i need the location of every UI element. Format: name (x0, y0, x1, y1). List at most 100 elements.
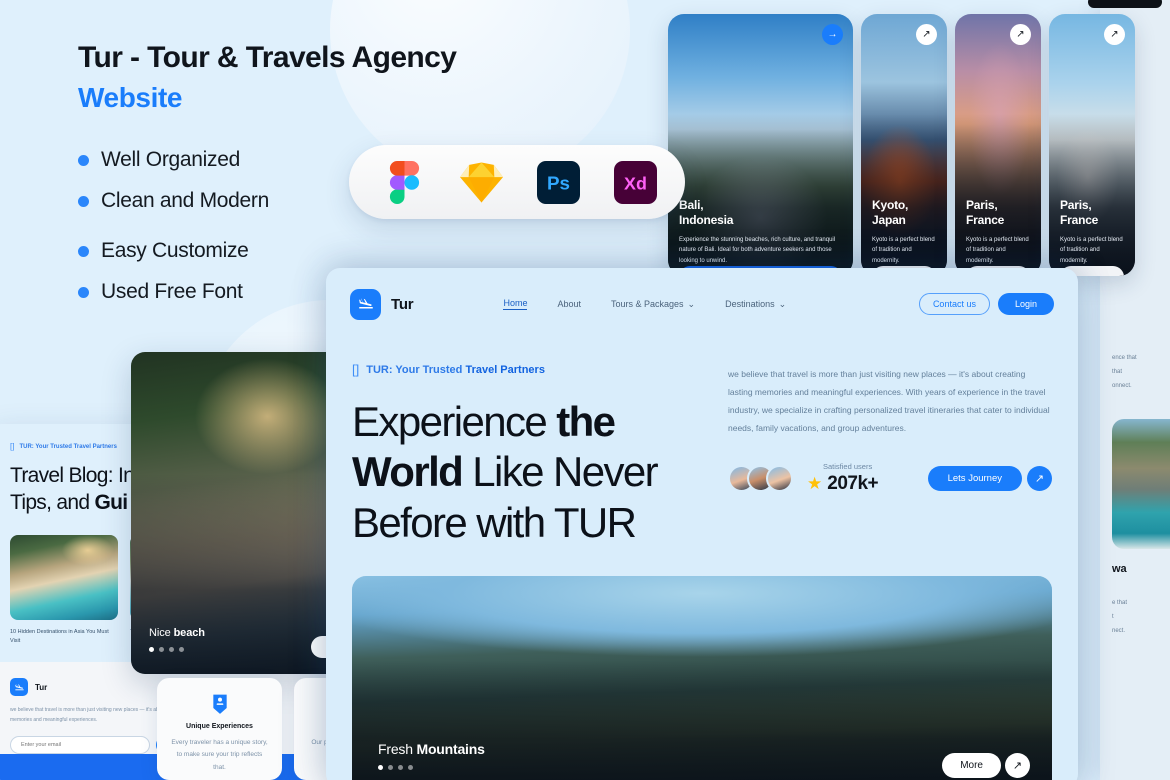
beach-title: Nice beach (149, 627, 205, 639)
carousel-dot[interactable] (378, 765, 383, 771)
svg-text:Xd: Xd (624, 173, 647, 193)
panel-footer-lines: e that t nect. (1100, 597, 1170, 638)
photoshop-logo-icon: Ps (537, 160, 580, 204)
destination-card-strip: → Bali, Indonesia Experience the stunnin… (668, 14, 1135, 276)
nav-item-home[interactable]: Home (503, 298, 528, 310)
promo-title: Tur - Tour & Travels Agency (78, 41, 457, 74)
feature-label: Used Free Font (101, 280, 243, 303)
feature-item: Easy Customize (78, 239, 598, 263)
destination-card-body: Bali, Indonesia Experience the stunning … (679, 198, 843, 266)
blog-caption: 10 Hidden Destinations in Asia You Must … (10, 628, 109, 645)
destination-card[interactable]: ↗ Paris, France Kyoto is a perfect blend… (1049, 14, 1135, 276)
arrow-icon[interactable]: ↗ (1005, 753, 1030, 779)
presentation-stage: Tur - Tour & Travels Agency Website Well… (0, 0, 1170, 780)
nav-item-destinations[interactable]: Destinations ⌄ (725, 299, 786, 310)
blog-thumbnail (10, 534, 118, 620)
footer-brand-name: Tur (35, 682, 48, 692)
blog-eyebrow-text: TUR: Your Trusted Travel Partners (19, 443, 117, 450)
hero-photo-card[interactable]: Fresh Mountains More ↗ (352, 576, 1052, 780)
hero-section: [] TUR: Your Trusted Travel Partners Exp… (326, 340, 1078, 548)
carousel-dot[interactable] (408, 765, 413, 771)
destination-description: Experience the stunning beaches, rich cu… (679, 236, 836, 264)
contact-us-button[interactable]: Contact us (918, 293, 990, 315)
destination-card[interactable]: ↗ Paris, France Kyoto is a perfect blend… (955, 14, 1041, 276)
hero-eyebrow: [] TUR: Your Trusted Travel Partners (352, 362, 702, 377)
carousel-dot[interactable] (179, 647, 184, 652)
destination-card-body: Paris, France Kyoto is a perfect blend o… (1060, 198, 1125, 266)
adobe-xd-logo-icon: Xd (614, 160, 657, 204)
carousel-dot[interactable] (169, 647, 174, 652)
site-brand[interactable]: Tur (350, 288, 414, 320)
lets-journey-button[interactable]: Lets Journey (927, 466, 1022, 492)
site-navbar: Tur Home About Tours & Packages ⌄ Destin… (326, 268, 1078, 340)
star-icon: ★ (807, 473, 823, 493)
bullet-dot-icon (78, 286, 89, 298)
arrow-icon[interactable]: ↗ (1104, 24, 1125, 45)
site-brand-name: Tur (391, 295, 414, 313)
nav-links: Home About Tours & Packages ⌄ Destinatio… (503, 298, 786, 310)
chevron-down-icon: ⌄ (778, 298, 787, 309)
bullet-dot-icon (78, 154, 89, 166)
feature-card-title: Unique Experiences (186, 723, 253, 730)
arrow-icon[interactable]: ↗ (916, 24, 937, 45)
arrow-icon[interactable]: ↗ (1027, 466, 1052, 492)
destination-title: Bali, Indonesia (679, 198, 734, 227)
panel-text-line: nect. (1112, 627, 1126, 634)
hero-eyebrow-text: TUR: Your Trusted Travel Partners (366, 363, 545, 376)
carousel-dot[interactable] (388, 765, 393, 771)
destination-description: Kyoto is a perfect blend of tradition an… (1060, 236, 1123, 264)
top-right-device-notch (1088, 0, 1162, 8)
hero-right-column: we believe that travel is more than just… (728, 362, 1052, 548)
nav-actions: Contact us Login (918, 293, 1054, 315)
social-proof-row: Satisfied users ★ 207k+ Lets Journey ↗ (728, 463, 1052, 494)
stat-number: 207k+ (827, 472, 879, 494)
avatar-group (728, 465, 793, 493)
more-button[interactable]: More (942, 753, 1001, 779)
svg-text:Ps: Ps (547, 172, 570, 193)
bullet-dot-icon (78, 245, 89, 257)
stat-value-row: ★ 207k+ (807, 472, 879, 495)
blog-card[interactable]: 10 Hidden Destinations in Asia You Must … (10, 534, 118, 647)
carousel-dot[interactable] (398, 765, 403, 771)
login-button[interactable]: Login (997, 293, 1054, 315)
nav-item-tours-packages[interactable]: Tours & Packages ⌄ (611, 299, 695, 310)
hero-paragraph: we believe that travel is more than just… (728, 369, 1050, 433)
avatar (766, 465, 793, 493)
panel-title: wa (1112, 563, 1127, 576)
sketch-logo-icon (460, 162, 503, 202)
quote-icon: [] (352, 362, 360, 377)
carousel-dots[interactable] (378, 765, 485, 771)
panel-text-line: ence that (1112, 355, 1137, 361)
hero-photo-caption: Fresh Mountains (378, 741, 485, 771)
lets-journey-group: Lets Journey ↗ (927, 466, 1052, 492)
hero-photo-title: Fresh Mountains (378, 741, 485, 758)
bullet-dot-icon (78, 195, 89, 207)
arrow-icon[interactable]: ↗ (1010, 24, 1031, 45)
destination-card-body: Kyoto, Japan Kyoto is a perfect blend of… (872, 198, 937, 266)
destination-title: Paris, France (1060, 198, 1099, 227)
destination-card[interactable]: ↗ Kyoto, Japan Kyoto is a perfect blend … (861, 14, 947, 276)
carousel-dot[interactable] (149, 647, 154, 652)
figma-logo-icon (389, 160, 420, 204)
carousel-dots[interactable] (149, 647, 205, 652)
feature-label: Clean and Modern (101, 189, 269, 212)
destination-card[interactable]: → Bali, Indonesia Experience the stunnin… (668, 14, 853, 276)
panel-text-line: onnect. (1112, 382, 1132, 389)
more-group: More ↗ (942, 753, 1030, 779)
stat-label: Satisfied users (823, 462, 873, 472)
beach-showcase-card[interactable]: Nice beach (131, 352, 351, 674)
email-input[interactable] (10, 736, 150, 754)
nav-item-about[interactable]: About (557, 299, 581, 309)
panel-text-line: that (1112, 368, 1123, 375)
arrow-icon[interactable]: → (822, 24, 843, 45)
carousel-dot[interactable] (159, 647, 164, 652)
hero-left-column: [] TUR: Your Trusted Travel Partners Exp… (352, 362, 702, 548)
panel-text-line: t (1112, 614, 1114, 621)
hero-title: Experience the World Like Never Before w… (352, 398, 659, 546)
feature-label: Easy Customize (101, 239, 249, 262)
plane-landing-icon (350, 288, 381, 320)
quote-icon: [] (10, 442, 15, 451)
feature-label: Well Organized (101, 148, 240, 171)
feature-card-description: Every traveler has a unique story, to ma… (171, 739, 268, 771)
plane-landing-icon (10, 678, 28, 696)
